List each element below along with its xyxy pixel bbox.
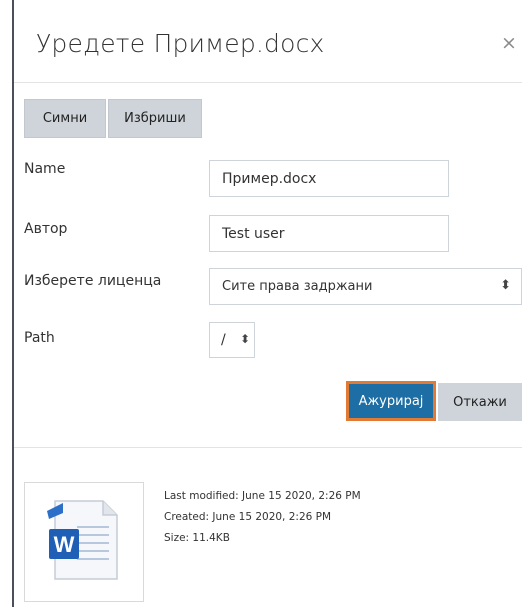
- path-label: Path: [24, 330, 55, 346]
- size-text: Size: 11.4KB: [164, 532, 230, 544]
- svg-text:W: W: [54, 532, 75, 557]
- word-document-icon: W: [47, 500, 118, 580]
- last-modified-text: Last modified: June 15 2020, 2:26 PM: [164, 490, 361, 502]
- dialog-title: Уредете Пример.docx: [36, 29, 325, 58]
- file-thumbnail: W: [24, 482, 144, 602]
- close-icon[interactable]: ×: [501, 32, 517, 54]
- update-button[interactable]: Ажурирај: [346, 381, 436, 421]
- delete-button[interactable]: Избриши: [108, 99, 202, 138]
- select-arrows-icon: ⬍: [500, 278, 511, 293]
- path-select-value: /: [221, 332, 226, 348]
- author-label: Автор: [24, 221, 68, 237]
- license-label: Изберете лиценца: [24, 273, 162, 289]
- license-select[interactable]: Сите права задржани ⬍: [209, 268, 522, 305]
- created-text: Created: June 15 2020, 2:26 PM: [164, 511, 332, 523]
- edit-file-dialog: Уредете Пример.docx × Симни Избриши Name…: [14, 0, 522, 607]
- select-arrows-icon: ⬍: [240, 332, 251, 346]
- license-select-value: Сите права задржани: [222, 279, 373, 294]
- footer-divider: [14, 447, 522, 448]
- download-button[interactable]: Симни: [24, 99, 106, 138]
- header-divider: [14, 82, 522, 83]
- author-field[interactable]: Test user: [209, 215, 449, 252]
- path-select[interactable]: / ⬍: [209, 322, 255, 358]
- cancel-button[interactable]: Откажи: [438, 383, 522, 421]
- name-label: Name: [24, 161, 66, 177]
- name-field[interactable]: Пример.docx: [209, 160, 449, 197]
- background-window-edge: [0, 0, 14, 607]
